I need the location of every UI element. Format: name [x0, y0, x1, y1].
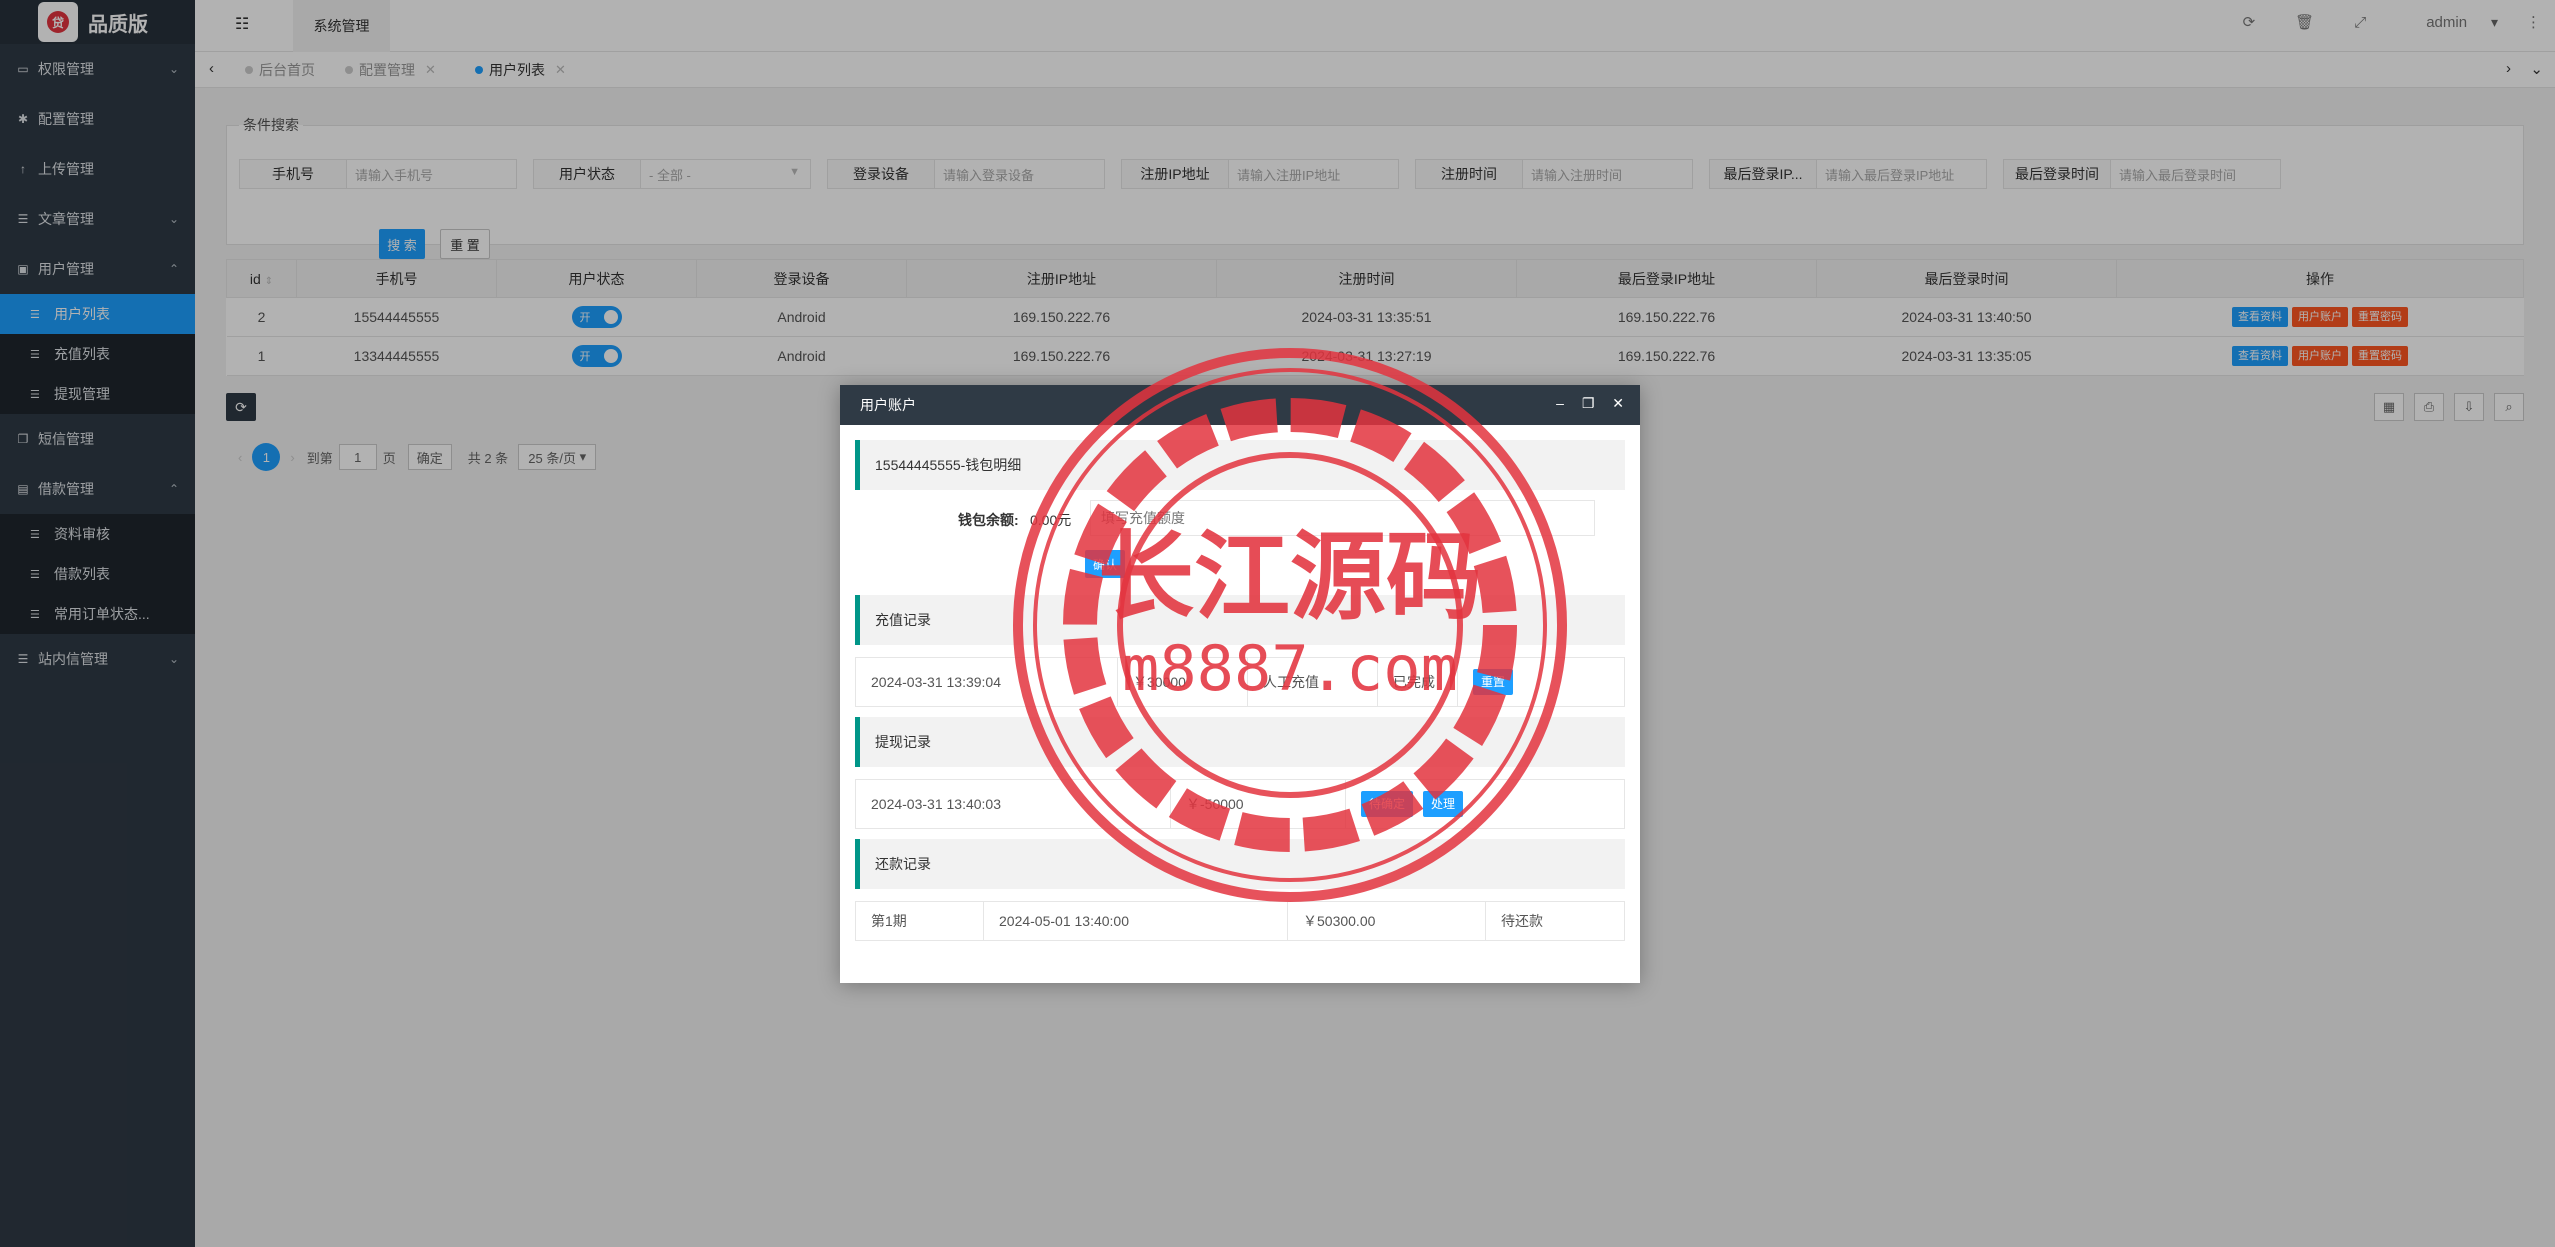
- user-account-dialog: 用户账户 – ❐ ✕ 15544445555-钱包明细 钱包余额: 0.00元 …: [840, 385, 1640, 983]
- close-icon[interactable]: ✕: [1612, 395, 1624, 411]
- dialog-title: 用户账户: [860, 397, 916, 413]
- dialog-header: 用户账户 – ❐ ✕: [840, 385, 1640, 425]
- recharge-section-title: 充值记录: [855, 595, 1625, 645]
- balance-label: 钱包余额:: [958, 512, 1019, 528]
- repay-record-row: 第1期 2024-05-01 13:40:00 ￥50300.00 待还款: [855, 901, 1625, 941]
- withdraw-section-title: 提现记录: [855, 717, 1625, 767]
- withdraw-pending-button[interactable]: 待确定: [1361, 791, 1414, 817]
- recharge-reset-button[interactable]: 重置: [1473, 669, 1514, 695]
- recharge-amount-input[interactable]: 填写充值额度: [1090, 500, 1595, 536]
- balance-value: 0.00元: [1030, 512, 1072, 528]
- recharge-record-row: 2024-03-31 13:39:04 ￥30000 人工充值 已完成 重置: [855, 657, 1625, 707]
- maximize-icon[interactable]: ❐: [1582, 395, 1595, 411]
- wallet-section-title: 15544445555-钱包明细: [855, 440, 1625, 490]
- repay-section-title: 还款记录: [855, 839, 1625, 889]
- minimize-icon[interactable]: –: [1556, 395, 1564, 411]
- dialog-controls: – ❐ ✕: [1542, 395, 1624, 412]
- withdraw-record-row: 2024-03-31 13:40:03 ￥-50000 待确定 处理: [855, 779, 1625, 829]
- withdraw-process-button[interactable]: 处理: [1423, 791, 1464, 817]
- confirm-recharge-button[interactable]: 确认: [1085, 550, 1125, 578]
